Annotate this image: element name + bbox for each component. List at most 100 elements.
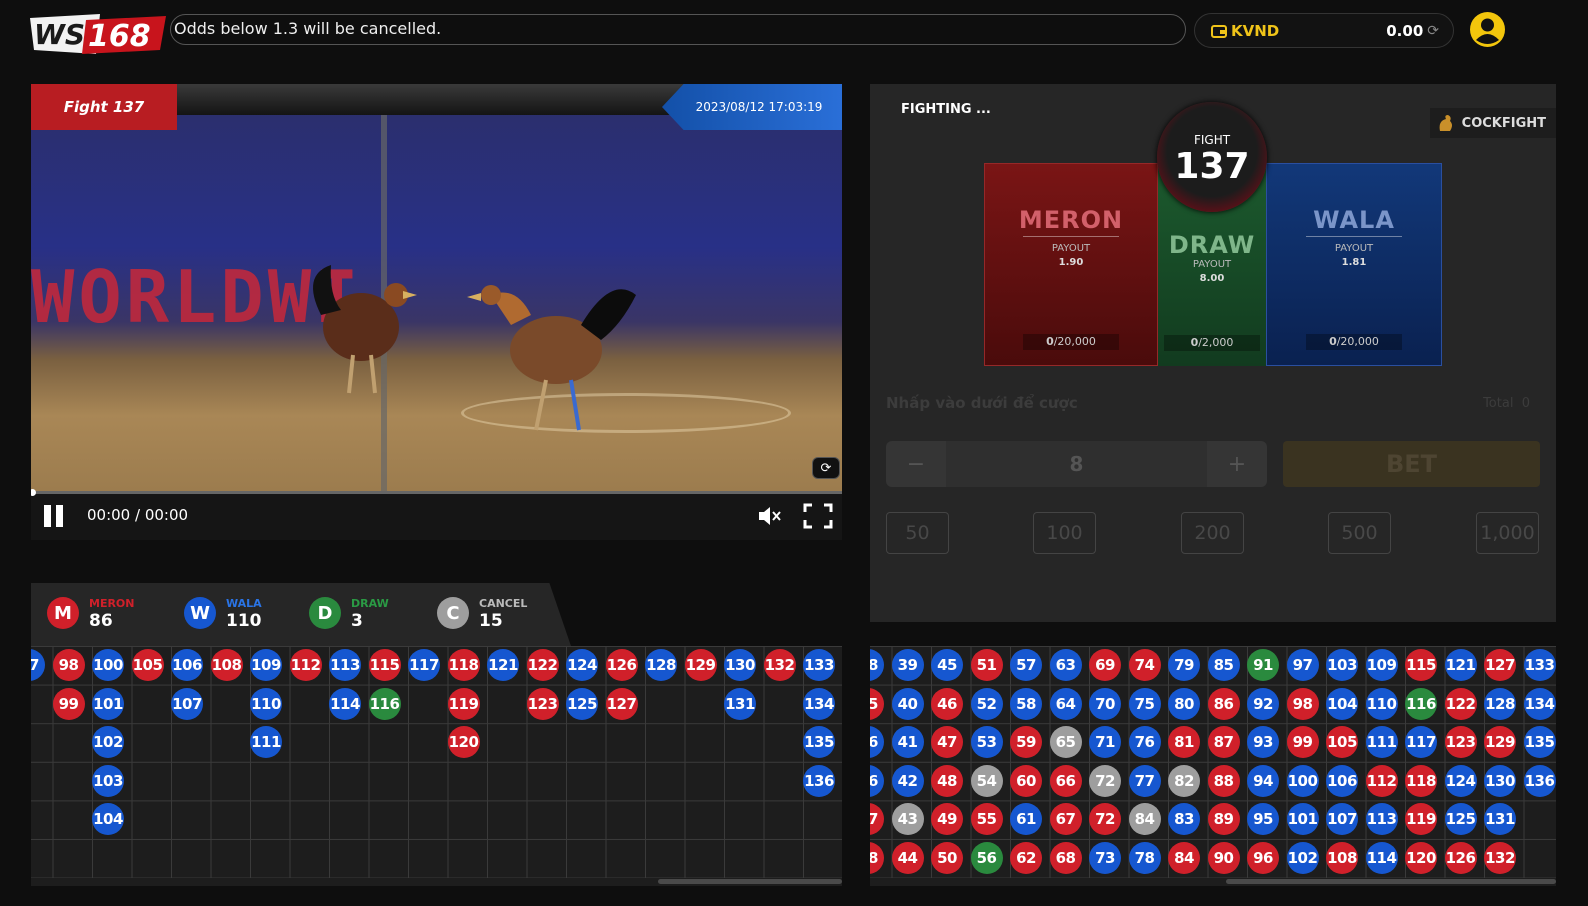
video-frame: WORLDWI ⟳ — [31, 115, 842, 491]
road-result: 53 — [970, 726, 1003, 759]
notice-text: Odds below 1.3 will be cancelled. — [174, 19, 442, 38]
road-result: 66 — [1049, 764, 1082, 797]
fight-status: FIGHTING ... — [901, 102, 991, 117]
road-result: 107 — [171, 687, 203, 720]
bead-road-right[interactable]: 3835363637383940414243444546474849505152… — [870, 646, 1556, 886]
video-progress-bar[interactable] — [31, 489, 842, 496]
video-reload-icon[interactable]: ⟳ — [812, 457, 840, 479]
road-result: 64 — [1049, 687, 1082, 720]
video-time: 00:00 / 00:00 — [87, 506, 189, 524]
road-result: 46 — [931, 687, 963, 720]
left-board-scrollbar[interactable] — [658, 879, 842, 884]
road-result: 51 — [970, 649, 1003, 681]
stat-meron: M MERON 86 — [47, 597, 135, 631]
road-result: 67 — [1049, 803, 1082, 836]
wala-label: WALA — [1313, 206, 1395, 234]
currency-label: KVND — [1231, 21, 1280, 40]
wala-payout-label: PAYOUT — [1334, 243, 1374, 254]
fight-number-badge: FIGHT 137 — [1157, 102, 1267, 212]
road-result: 50 — [931, 842, 963, 874]
road-result: 40 — [891, 687, 924, 720]
mute-icon[interactable] — [757, 503, 783, 529]
road-result: 86 — [1207, 687, 1240, 720]
fight-datetime: 2023/08/12 17:03:19 — [662, 84, 842, 130]
stat-wala-count: 110 — [226, 611, 262, 631]
wala-bet-limit: 0/20,000 — [1306, 334, 1402, 350]
pause-icon[interactable] — [44, 505, 66, 527]
road-result: 97 — [1286, 649, 1319, 681]
bet-hint: Nhấp vào dưới để cược — [886, 394, 1078, 412]
chip-50[interactable]: 50 — [886, 512, 949, 554]
place-bet-button[interactable]: BET — [1283, 441, 1540, 487]
road-result: 60 — [1010, 764, 1042, 797]
road-result: 108 — [210, 649, 243, 681]
road-result: 90 — [1207, 842, 1240, 874]
road-result: 135 — [1523, 726, 1556, 759]
user-account-icon[interactable] — [1470, 12, 1505, 47]
wala-ball: W — [184, 597, 216, 629]
road-result: 123 — [526, 687, 559, 720]
road-result: 136 — [803, 764, 835, 797]
game-category-label: COCKFIGHT — [1461, 115, 1546, 131]
road-result: 109 — [1365, 649, 1398, 681]
road-result: 96 — [1247, 842, 1279, 874]
road-result: 128 — [1484, 687, 1516, 720]
road-result: 74 — [1128, 649, 1161, 681]
stat-cancel: C CANCEL 15 — [437, 597, 527, 631]
road-result: 88 — [1207, 764, 1240, 797]
stat-wala-label: WALA — [226, 597, 262, 610]
decrease-amount-button[interactable]: − — [886, 452, 946, 477]
road-result: 134 — [803, 687, 835, 720]
stat-cancel-label: CANCEL — [479, 597, 528, 610]
currency: KVND — [1211, 22, 1279, 40]
road-result: 111 — [1365, 726, 1398, 759]
road-result: 132 — [763, 649, 796, 681]
draw-ball: D — [309, 597, 341, 629]
bet-amount-input[interactable]: 8 — [946, 441, 1207, 487]
chip-500[interactable]: 500 — [1328, 512, 1391, 554]
road-result: 78 — [1128, 842, 1161, 874]
draw-payout-label: PAYOUT — [1192, 259, 1232, 270]
road-result: 87 — [1207, 726, 1240, 759]
road-result: 102 — [92, 726, 124, 759]
road-result: 41 — [891, 726, 924, 759]
live-video-player[interactable]: WORLDWI ⟳ Fight 137 2023/08/12 17:03:19 … — [31, 84, 842, 540]
meron-payout-value: 1.90 — [1058, 257, 1084, 268]
road-result: 76 — [1128, 726, 1161, 759]
road-result: 81 — [1168, 726, 1200, 759]
meron-bet-limit: 0/20,000 — [1023, 334, 1119, 350]
road-result: 84 — [1128, 803, 1161, 836]
fullscreen-icon[interactable] — [803, 503, 833, 529]
bet-option-wala[interactable]: WALA PAYOUT 1.81 0/20,000 — [1266, 163, 1442, 366]
bet-option-meron[interactable]: MERON PAYOUT 1.90 0/20,000 — [984, 163, 1158, 366]
road-result: 127 — [1484, 649, 1516, 681]
road-result: 72 — [1089, 764, 1121, 797]
road-result: 115 — [1405, 649, 1437, 681]
road-result: 58 — [1010, 687, 1042, 720]
rooster-icon — [1439, 115, 1452, 131]
road-result: 45 — [931, 649, 963, 681]
road-result: 84 — [1168, 842, 1200, 874]
cancel-ball: C — [437, 597, 469, 629]
road-result: 122 — [1444, 687, 1477, 720]
road-result: 129 — [684, 649, 717, 681]
refresh-balance-icon[interactable]: ⟳ — [1427, 23, 1439, 39]
ws168-logo[interactable]: WS 168 — [30, 10, 166, 58]
progress-knob[interactable] — [31, 489, 36, 496]
chip-200[interactable]: 200 — [1181, 512, 1244, 554]
road-result: 110 — [250, 687, 282, 720]
road-result: 65 — [1049, 726, 1082, 759]
road-result: 57 — [1010, 649, 1042, 681]
wallet-balance[interactable]: KVND 0.00 ⟳ — [1194, 13, 1454, 48]
stat-wala: W WALA 110 — [184, 597, 262, 631]
stat-meron-label: MERON — [89, 597, 135, 610]
bead-road-left[interactable]: 9798991001011021031041051061071081091101… — [31, 646, 842, 886]
road-result: 133 — [803, 649, 835, 681]
road-result: 111 — [250, 726, 282, 759]
road-result: 85 — [1207, 649, 1240, 681]
increase-amount-button[interactable]: + — [1207, 452, 1267, 477]
chip-1000[interactable]: 1,000 — [1476, 512, 1539, 554]
chip-100[interactable]: 100 — [1033, 512, 1096, 554]
road-result: 48 — [931, 764, 963, 797]
right-board-scrollbar[interactable] — [1226, 879, 1556, 884]
